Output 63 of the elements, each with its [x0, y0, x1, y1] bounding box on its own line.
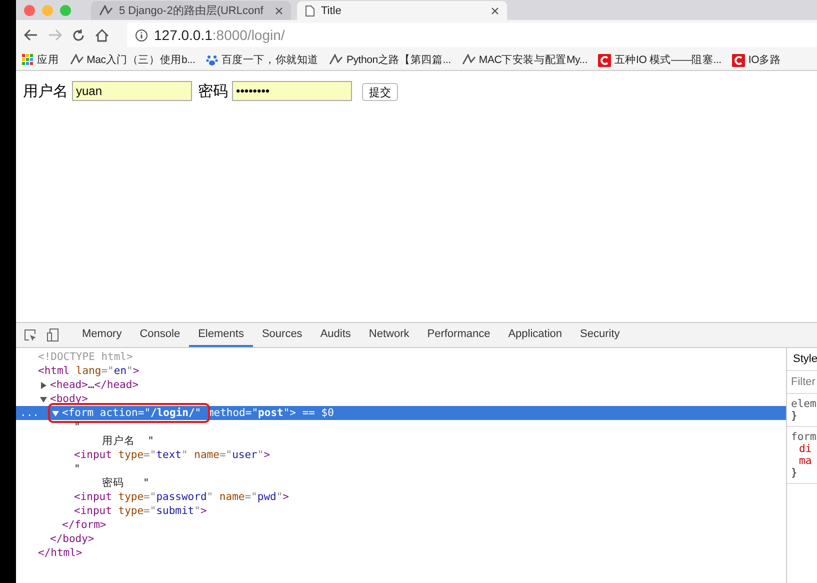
- closing-tag: </html>: [38, 546, 82, 560]
- reload-icon[interactable]: [72, 28, 85, 42]
- devtools-tab[interactable]: Sources: [252, 323, 312, 347]
- apps-grid-icon: [22, 54, 34, 66]
- row-menu-ellipsis[interactable]: ...: [20, 406, 39, 420]
- input-field[interactable]: ••••••••: [232, 81, 352, 101]
- devtools-tab[interactable]: Application: [499, 323, 572, 347]
- devtools-tab[interactable]: Network: [360, 323, 418, 347]
- address-bar[interactable]: 127.0.0.1:8000/login/: [127, 23, 817, 47]
- closing-tag: </form>: [62, 518, 106, 532]
- bookmark-link[interactable]: 应用: [22, 53, 59, 67]
- c-logo-icon: [598, 54, 612, 66]
- bookmark-link[interactable]: 百度一下，你就知道: [206, 53, 318, 67]
- submit-button[interactable]: 提交: [362, 83, 398, 101]
- bookmark-link[interactable]: 五种IO 模式——阻塞...: [598, 53, 722, 67]
- paw-icon: [206, 54, 218, 66]
- page-icon: [305, 4, 315, 16]
- style-rule-text: }: [791, 467, 798, 479]
- device-icon[interactable]: [47, 328, 59, 342]
- home-icon[interactable]: [95, 28, 109, 42]
- back-icon[interactable]: [24, 29, 38, 41]
- devtools-tab[interactable]: Memory: [73, 323, 131, 347]
- devtools-tab[interactable]: Audits: [311, 323, 360, 347]
- url-text: 127.0.0.1:8000/login/: [154, 27, 285, 43]
- dom-node-text[interactable]: 用户名 ": [102, 434, 154, 448]
- devtools-tab[interactable]: Security: [571, 323, 629, 347]
- c-logo-icon: [732, 54, 746, 66]
- form-label: 用户名: [23, 82, 68, 102]
- bookmark-link[interactable]: IO多路: [732, 53, 781, 67]
- style-rule-text: elem: [791, 398, 817, 410]
- input-field[interactable]: yuan: [72, 81, 192, 101]
- dom-node-text[interactable]: 密码 ": [102, 476, 150, 490]
- devtools-tab[interactable]: Performance: [418, 323, 500, 347]
- form-label: 密码: [198, 82, 228, 102]
- dom-node-text[interactable]: ": [74, 420, 80, 434]
- dom-node-text[interactable]: <html lang="en">: [38, 364, 140, 378]
- collapsed-triangle-icon[interactable]: [40, 382, 47, 388]
- bookmark-link[interactable]: MAC下安装与配置My...: [462, 53, 588, 67]
- style-rule-text: form: [791, 431, 817, 443]
- browser-tab[interactable]: 5 Django-2的路由层(URLconf: [91, 1, 291, 20]
- close-icon[interactable]: [491, 6, 499, 14]
- bookmark-link[interactable]: Python之路【第四篇...: [329, 53, 451, 67]
- closing-tag: </body>: [50, 532, 94, 546]
- info-icon[interactable]: [135, 28, 148, 42]
- expanded-triangle-icon[interactable]: [40, 396, 47, 402]
- dom-node-text[interactable]: <head>…</head>: [50, 378, 139, 392]
- expanded-triangle-icon[interactable]: [52, 410, 59, 416]
- browser-tab[interactable]: Title: [297, 1, 507, 20]
- style-rule-text: }: [791, 410, 798, 422]
- style-rule-text: ma: [798, 455, 813, 467]
- dom-node-text[interactable]: <input type="text" name="user">: [74, 448, 270, 462]
- bookmark-link[interactable]: Mac入门（三）使用b...: [70, 53, 196, 67]
- devtools-tab[interactable]: Elements: [189, 323, 253, 347]
- filter-field[interactable]: Filter: [787, 371, 817, 394]
- style-rule-text: di: [798, 443, 813, 455]
- close-icon[interactable]: [275, 6, 283, 14]
- dom-node-text[interactable]: <body>: [50, 392, 88, 406]
- devtools-tab[interactable]: Console: [130, 323, 190, 347]
- dom-node-text[interactable]: <input type="submit">: [74, 504, 207, 518]
- dom-node-text[interactable]: ": [74, 462, 80, 476]
- styles-tab[interactable]: Style: [787, 348, 817, 371]
- dom-node-text[interactable]: <input type="password" name="pwd">: [74, 490, 289, 504]
- inspect-icon[interactable]: [24, 328, 37, 342]
